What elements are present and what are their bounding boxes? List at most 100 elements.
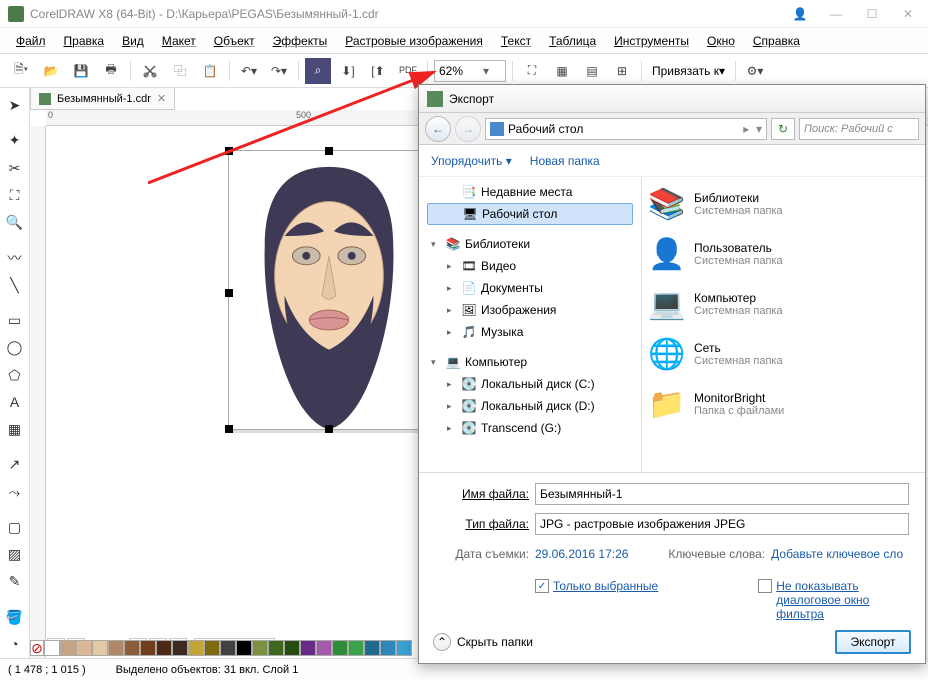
color-swatch[interactable] <box>268 640 284 656</box>
menu-tools[interactable]: Инструменты <box>606 30 697 52</box>
freehand-tool[interactable]: 〰 <box>2 245 28 270</box>
snap-menu[interactable]: Привязать к ▾ <box>648 64 729 78</box>
artistic-tool[interactable]: ╲ <box>2 273 28 298</box>
color-swatch[interactable] <box>300 640 316 656</box>
color-swatch[interactable] <box>364 640 380 656</box>
publish-pdf-button[interactable]: PDF <box>395 58 421 84</box>
tree-item[interactable]: ▸🎞Видео <box>427 255 633 277</box>
grid2-button[interactable]: ▤ <box>579 58 605 84</box>
menu-view[interactable]: Вид <box>114 30 152 52</box>
user-icon[interactable]: 👤 <box>788 4 812 24</box>
back-button[interactable]: ← <box>425 116 451 142</box>
export-button[interactable]: Экспорт <box>835 630 911 654</box>
color-swatch[interactable] <box>332 640 348 656</box>
grid-button[interactable]: ▦ <box>549 58 575 84</box>
zoom-input[interactable]: ▾ <box>434 60 506 82</box>
filename-input[interactable] <box>535 483 909 505</box>
color-swatch[interactable] <box>348 640 364 656</box>
forward-button[interactable]: → <box>455 116 481 142</box>
dont-show-filter-checkbox[interactable]: Не показывать диалоговое окно фильтра <box>758 579 906 621</box>
new-button[interactable]: 🗎▾ <box>8 58 34 84</box>
color-swatch[interactable] <box>188 640 204 656</box>
import-button[interactable]: ⬇] <box>335 58 361 84</box>
tree-item[interactable]: ▸💽Локальный диск (D:) <box>427 395 633 417</box>
pick-tool[interactable]: ➤ <box>2 93 28 118</box>
only-selected-checkbox[interactable]: ✓ Только выбранные <box>535 579 658 621</box>
polygon-tool[interactable]: ⬠ <box>2 362 28 387</box>
color-swatch[interactable] <box>44 640 60 656</box>
menu-bitmaps[interactable]: Растровые изображения <box>337 30 491 52</box>
crop2-tool[interactable]: ⛶ <box>2 183 28 208</box>
folder-item[interactable]: 👤ПользовательСистемная папка <box>648 233 919 275</box>
folder-item[interactable]: 📚БиблиотекиСистемная папка <box>648 183 919 225</box>
color-swatch[interactable] <box>60 640 76 656</box>
ellipse-tool[interactable]: ◯ <box>2 335 28 360</box>
location-bar[interactable]: Рабочий стол ▸ ▾ <box>485 118 767 140</box>
minimize-button[interactable]: — <box>824 4 848 24</box>
color-swatch[interactable] <box>76 640 92 656</box>
tree-item[interactable]: ▸🎵Музыка <box>427 321 633 343</box>
maximize-button[interactable]: ☐ <box>860 4 884 24</box>
options-button[interactable]: ⚙▾ <box>742 58 768 84</box>
organize-button[interactable]: Упорядочить ▾ <box>431 154 512 168</box>
color-swatch[interactable] <box>316 640 332 656</box>
redo-button[interactable]: ↷▾ <box>266 58 292 84</box>
filetype-select[interactable]: JPG - растровые изображения JPEG <box>535 513 909 535</box>
menu-text[interactable]: Текст <box>493 30 539 52</box>
tree-item[interactable]: ▾💻Компьютер <box>427 351 633 373</box>
shadow-tool[interactable]: ▢ <box>2 515 28 540</box>
connector-tool[interactable]: ⤳ <box>2 479 28 504</box>
close-button[interactable]: ✕ <box>896 4 920 24</box>
menu-table[interactable]: Таблица <box>541 30 604 52</box>
cut-button[interactable] <box>137 58 163 84</box>
color-swatch[interactable] <box>204 640 220 656</box>
folder-list[interactable]: 📚БиблиотекиСистемная папка 👤ПользовательС… <box>641 177 925 472</box>
page[interactable] <box>228 150 428 430</box>
document-tab[interactable]: Безымянный-1.cdr ✕ <box>30 88 175 110</box>
tree-item[interactable]: ▸📄Документы <box>427 277 633 299</box>
export-button[interactable]: [⬆ <box>365 58 391 84</box>
copy-button[interactable]: ⿻ <box>167 58 193 84</box>
folder-item[interactable]: 🌐СетьСистемная папка <box>648 333 919 375</box>
tree-item[interactable]: ▸💽Локальный диск (C:) <box>427 373 633 395</box>
tree-item[interactable]: ▾📚Библиотеки <box>427 233 633 255</box>
menu-edit[interactable]: Правка <box>56 30 113 52</box>
fullscreen-button[interactable]: ⛶ <box>519 58 545 84</box>
shape-tool[interactable]: ✦ <box>2 128 28 153</box>
color-swatch[interactable] <box>380 640 396 656</box>
collapse-icon[interactable]: ⌃ <box>433 633 451 651</box>
color-swatch[interactable] <box>140 640 156 656</box>
folder-tree[interactable]: 📑Недавние места🖥Рабочий стол ▾📚Библиотеки… <box>419 177 641 472</box>
fill-tool[interactable]: 🪣 <box>2 604 28 629</box>
menu-layout[interactable]: Макет <box>154 30 204 52</box>
face-artwork[interactable] <box>245 157 413 434</box>
color-swatch[interactable] <box>220 640 236 656</box>
transparency-tool[interactable]: ▨ <box>2 542 28 567</box>
tree-item[interactable]: 🖥Рабочий стол <box>427 203 633 225</box>
outline-tool[interactable]: ◔ <box>2 632 28 657</box>
tree-item[interactable]: 📑Недавние места <box>427 181 633 203</box>
print-button[interactable]: 🖶 <box>98 58 124 84</box>
menu-window[interactable]: Окно <box>699 30 743 52</box>
guides-button[interactable]: ⊞ <box>609 58 635 84</box>
doc-tab-close[interactable]: ✕ <box>157 92 166 105</box>
refresh-button[interactable]: ↻ <box>771 118 795 140</box>
table-tool[interactable]: ▦ <box>2 417 28 442</box>
hide-folders-button[interactable]: Скрыть папки <box>457 635 533 649</box>
eyedropper-tool[interactable]: ✎ <box>2 569 28 594</box>
undo-button[interactable]: ↶▾ <box>236 58 262 84</box>
menu-file[interactable]: Файл <box>8 30 54 52</box>
menu-object[interactable]: Объект <box>206 30 263 52</box>
text-tool[interactable]: A <box>2 390 28 415</box>
color-swatch[interactable] <box>92 640 108 656</box>
save-button[interactable]: 💾 <box>68 58 94 84</box>
color-swatch[interactable] <box>284 640 300 656</box>
tree-item[interactable]: ▸🖼Изображения <box>427 299 633 321</box>
crop-tool[interactable]: ✂ <box>2 155 28 180</box>
color-swatch[interactable] <box>124 640 140 656</box>
no-fill-swatch[interactable]: ⊘ <box>30 640 44 656</box>
color-swatch[interactable] <box>236 640 252 656</box>
dimension-tool[interactable]: ↗ <box>2 452 28 477</box>
date-value[interactable]: 29.06.2016 17:26 <box>535 547 628 561</box>
zoom-field[interactable] <box>439 64 483 78</box>
